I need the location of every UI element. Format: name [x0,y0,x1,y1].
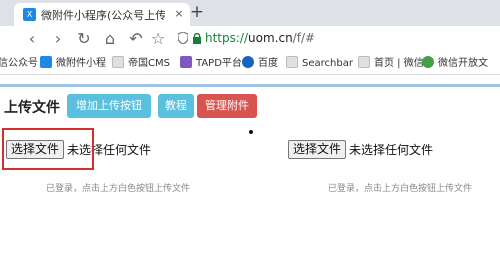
url-text: https://uom.cn/f/# [205,31,315,45]
page-icon [286,56,298,68]
add-upload-button[interactable]: 增加上传按钮 [67,94,151,118]
manage-attachments-button[interactable]: 管理附件 [197,94,257,118]
address-bar[interactable]: https://uom.cn/f/# [172,28,500,50]
new-tab-button[interactable]: + [187,2,207,22]
close-tab-icon[interactable]: × [171,6,187,22]
tab-strip: X 微附件小程序(公众号上传附件 × + [0,0,500,26]
back-icon[interactable]: ‹ [22,29,42,49]
bookmark-label: Searchbar [302,58,353,69]
page-icon [112,56,124,68]
bookmark-item[interactable]: Searchbar [286,56,353,72]
bookmark-item[interactable]: 百度 [242,56,278,72]
page-icon [358,56,370,68]
tab-title: 微附件小程序(公众号上传附件 [41,9,165,22]
bookmark-item[interactable]: 信公众号 [0,56,38,72]
url-path: /f/# [292,31,316,45]
file-uploader: 选择文件 未选择任何文件 [288,140,433,160]
highlight-annotation-box [2,128,94,170]
tapd-icon [180,56,192,68]
site-favicon-icon: X [23,8,36,21]
baidu-icon [242,56,254,68]
undo-icon[interactable]: ↶ [126,29,146,49]
bookmark-label: 帝国CMS [128,58,170,69]
shield-icon[interactable] [177,31,189,45]
mouse-cursor-dot [249,130,253,134]
bookmarks-bar: 信公众号 微附件小程 帝国CMS TAPD平台 百度 Searchbar 首页 … [0,53,500,75]
bookmark-label: TAPD平台 [196,58,242,69]
page-title: 上传文件 [4,100,60,116]
upload-hint-text: 已登录，点击上方白色按钮上传文件 [46,184,191,194]
file-status-text: 未选择任何文件 [349,143,434,157]
bookmark-item[interactable]: 微信开放文 [422,56,488,72]
bookmark-label: 信公众号 [0,58,38,69]
bookmark-label: 百度 [258,58,278,69]
bookmark-item[interactable]: 首页 | 微信 [358,56,424,72]
bookmark-label: 首页 | 微信 [374,58,424,69]
bookmark-star-icon[interactable]: ☆ [148,29,168,49]
url-host: uom.cn [248,31,293,45]
bookmark-icon [40,56,52,68]
bookmark-item[interactable]: TAPD平台 [180,56,242,72]
choose-file-button[interactable]: 选择文件 [288,140,347,159]
bookmark-item[interactable]: 微附件小程 [40,56,106,72]
wechat-icon [422,56,434,68]
upload-hint-text: 已登录，点击上方白色按钮上传文件 [328,184,473,194]
forward-icon[interactable]: › [48,29,68,49]
browser-toolbar: ‹ › ↻ ⌂ ↶ ☆ https://uom.cn/f/# [0,26,500,53]
home-icon[interactable]: ⌂ [100,29,120,49]
bookmark-label: 微信开放文 [438,58,488,69]
reload-icon[interactable]: ↻ [74,29,94,49]
bookmark-label: 微附件小程 [56,58,106,69]
tab-active[interactable]: X 微附件小程序(公众号上传附件 × [14,3,190,26]
url-scheme: https:// [205,31,249,45]
bookmark-item[interactable]: 帝国CMS [112,56,170,72]
lock-icon[interactable] [192,32,204,44]
page-top-divider [0,84,500,87]
tutorial-button[interactable]: 教程 [158,94,194,118]
